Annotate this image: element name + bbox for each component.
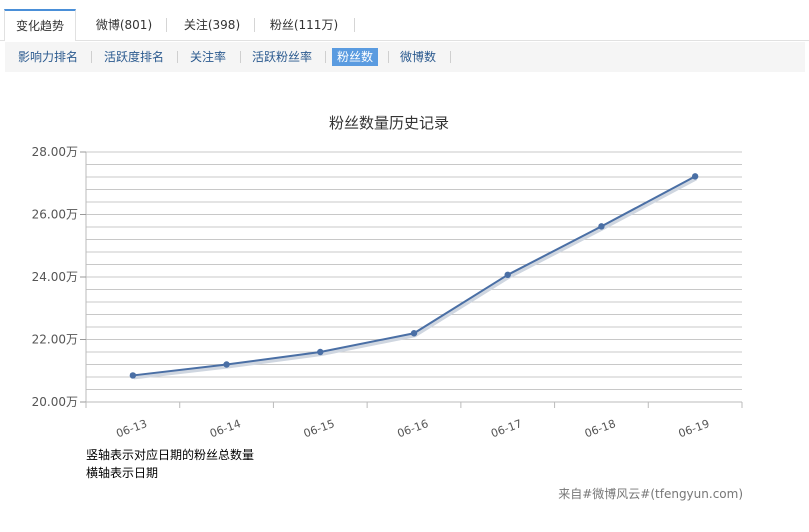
y-tick-label: 26.00万 [32,208,78,222]
x-tick-label: 06-17 [489,417,523,440]
series-line [132,175,696,377]
data-point [410,330,418,337]
note-x-axis: 横轴表示日期 [86,466,159,480]
note-y-axis: 竖轴表示对应日期的粉丝总数量 [86,448,255,462]
x-tick-label: 06-18 [583,417,617,440]
chart-notes: 竖轴表示对应日期的粉丝总数量 横轴表示日期 [86,446,254,482]
chart-grid [86,151,742,403]
x-tick-label: 06-13 [114,417,148,440]
x-axis-ticks: 06-13 06-14 06-15 06-16 06-17 06-18 06-19 [85,402,743,440]
data-point [317,348,324,356]
x-tick-label: 06-19 [677,417,711,440]
data-point [598,223,605,230]
chart-title: 粉丝数量历史记录 [329,114,449,132]
y-axis-ticks: 20.00万 22.00万 24.00万 26.00万 28.00万 [32,145,86,409]
data-point [223,361,230,368]
x-tick-label: 06-14 [208,417,242,440]
source-credit: 来自#微博风云#(tfengyun.com) [558,487,743,501]
y-tick-label: 22.00万 [32,333,78,347]
chart-series [129,173,699,380]
x-tick-label: 06-15 [302,417,336,440]
data-point [504,271,511,279]
x-tick-label: 06-16 [396,417,430,440]
data-point [691,173,699,180]
data-point [129,372,137,379]
series-line-shadow [133,176,698,380]
y-tick-label: 20.00万 [32,395,78,409]
y-tick-label: 28.00万 [32,145,78,159]
y-tick-label: 24.00万 [32,270,78,284]
